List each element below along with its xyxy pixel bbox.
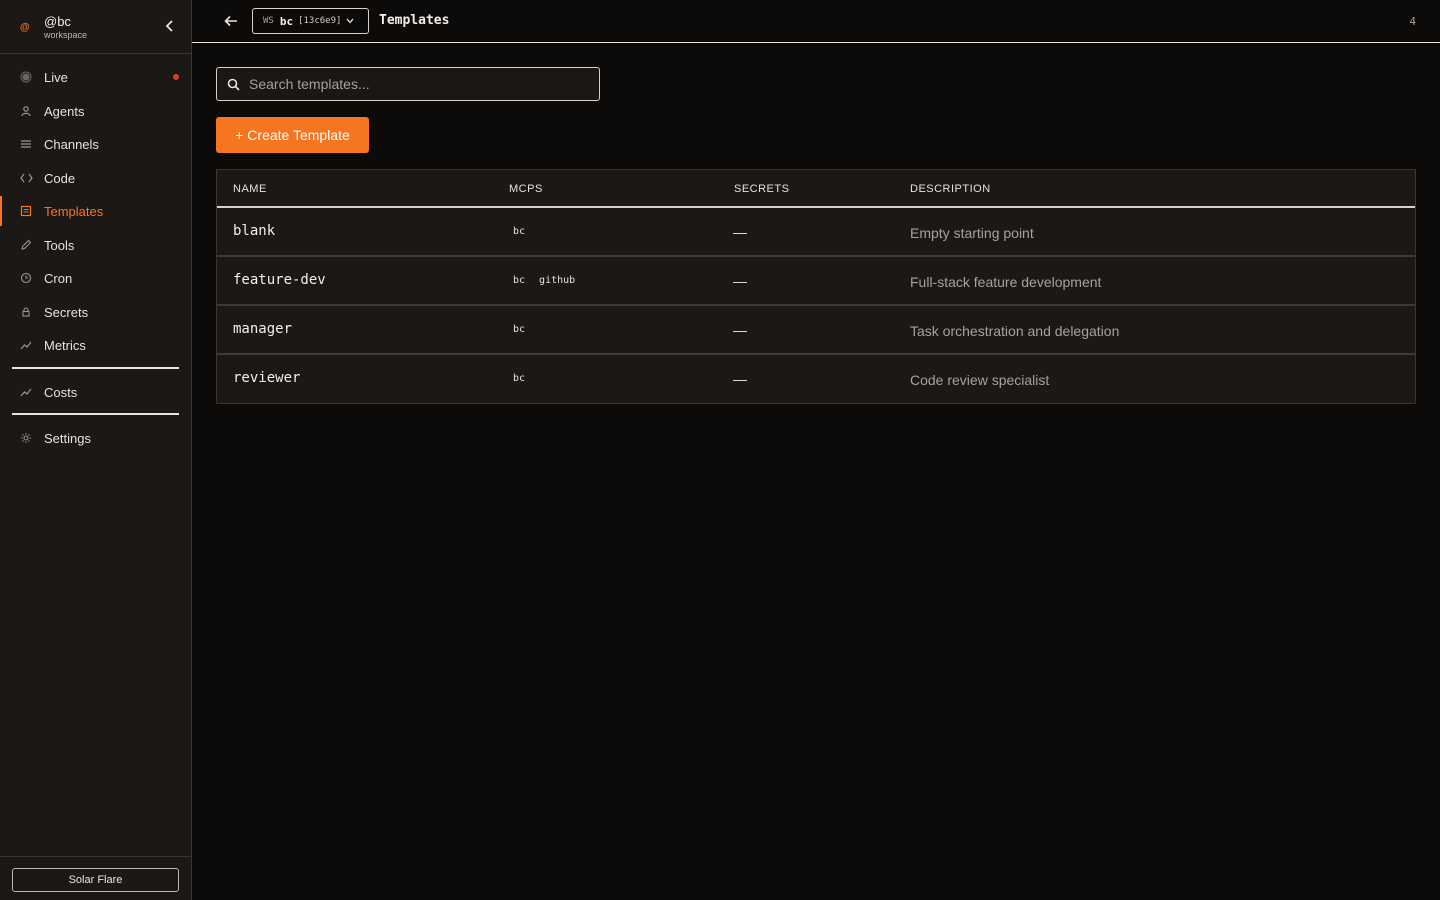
template-mcps: bc github: [509, 274, 579, 288]
sidebar-item-settings[interactable]: Settings: [0, 423, 191, 453]
template-description: Full-stack feature development: [910, 274, 1102, 290]
sidebar-item-label: Settings: [44, 430, 91, 446]
search-input[interactable]: [249, 74, 589, 94]
clock-icon: [19, 271, 33, 285]
menu-icon: [19, 137, 33, 151]
column-header-name: NAME: [233, 183, 267, 195]
template-name: manager: [233, 321, 293, 337]
template-description: Task orchestration and delegation: [910, 323, 1120, 339]
pencil-icon: [19, 238, 33, 252]
mcp-badge: bc: [513, 275, 526, 286]
sidebar-item-label: Secrets: [44, 304, 89, 320]
theme-switcher-button[interactable]: Solar Flare: [12, 868, 179, 892]
top-bar: WS bc [13c6e9] Templates 4: [192, 0, 1440, 43]
table-row[interactable]: reviewer bc — Code review specialist: [217, 355, 1415, 404]
create-template-button[interactable]: + Create Template: [216, 117, 369, 153]
template-mcps: bc: [509, 225, 529, 239]
sidebar-divider: [12, 367, 179, 369]
workspace-name: @bc: [44, 14, 71, 29]
arrow-left-icon: [224, 15, 237, 27]
search-icon: [227, 78, 240, 91]
template-secrets: —: [733, 273, 747, 289]
template-secrets: —: [733, 322, 747, 338]
table-row[interactable]: blank bc — Empty starting point: [217, 208, 1415, 257]
workspace-selector[interactable]: WS bc [13c6e9]: [252, 8, 369, 34]
templates-table: NAME MCPS SECRETS DESCRIPTION blank bc —…: [216, 169, 1416, 404]
template-count: 4: [1409, 15, 1416, 28]
template-description: Empty starting point: [910, 225, 1034, 241]
sidebar-item-label: Live: [44, 69, 68, 85]
sidebar-item-label: Tools: [44, 237, 75, 253]
sidebar-item-templates[interactable]: Templates: [0, 196, 191, 226]
template-name: blank: [233, 223, 276, 239]
live-status-dot: [173, 74, 179, 80]
lock-icon: [19, 305, 33, 319]
sidebar-item-cron[interactable]: Cron: [0, 263, 191, 293]
collapse-sidebar-button[interactable]: [162, 18, 178, 36]
column-header-secrets: SECRETS: [734, 183, 790, 195]
sidebar-item-label: Agents: [44, 103, 85, 119]
mcp-badge: bc: [513, 324, 526, 335]
sidebar-item-label: Code: [44, 170, 76, 186]
column-header-mcps: MCPS: [509, 183, 543, 195]
template-secrets: —: [733, 371, 747, 387]
sidebar-item-label: Cron: [44, 270, 73, 286]
table-header: NAME MCPS SECRETS DESCRIPTION: [217, 170, 1415, 208]
mcp-badge: bc: [513, 226, 526, 237]
workspace-subtitle: workspace: [44, 30, 88, 40]
workspace-logo: @: [20, 22, 30, 33]
template-mcps: bc: [509, 372, 529, 386]
sidebar-item-tools[interactable]: Tools: [0, 230, 191, 260]
workspace-selector-name: bc: [279, 14, 294, 28]
sidebar: @ @bc workspace Live Agents Channels Cod…: [0, 0, 192, 900]
template-name: reviewer: [233, 370, 301, 386]
sidebar-item-code[interactable]: Code: [0, 163, 191, 193]
template-mcps: bc: [509, 323, 529, 337]
sidebar-item-label: Costs: [44, 384, 78, 400]
sidebar-item-agents[interactable]: Agents: [0, 96, 191, 126]
live-icon: [19, 70, 33, 84]
page-title: Templates: [379, 13, 450, 28]
workspace-selector-tag: WS: [263, 16, 274, 26]
template-name: feature-dev: [233, 272, 326, 288]
mcp-badge: bc: [513, 373, 526, 384]
chevron-down-icon: [346, 18, 354, 24]
sidebar-item-label: Channels: [44, 136, 99, 152]
sidebar-item-label: Templates: [44, 203, 104, 219]
sidebar-item-channels[interactable]: Channels: [0, 129, 191, 159]
workspace-selector-id: [13c6e9]: [298, 16, 342, 26]
search-box: [216, 67, 600, 101]
column-header-description: DESCRIPTION: [910, 183, 991, 195]
chevron-left-icon: [165, 20, 173, 32]
trend-icon: [19, 338, 33, 352]
sidebar-item-live[interactable]: Live: [0, 62, 191, 92]
table-row[interactable]: manager bc — Task orchestration and dele…: [217, 306, 1415, 355]
template-icon: [19, 204, 33, 218]
sidebar-item-secrets[interactable]: Secrets: [0, 297, 191, 327]
sidebar-item-label: Metrics: [44, 337, 86, 353]
theme-footer: Solar Flare: [0, 856, 191, 900]
sidebar-item-costs[interactable]: Costs: [0, 377, 191, 407]
back-button[interactable]: [222, 12, 240, 30]
template-secrets: —: [733, 224, 747, 240]
workspace-header: @ @bc workspace: [0, 0, 191, 54]
user-icon: [19, 104, 33, 118]
table-row[interactable]: feature-dev bc github — Full-stack featu…: [217, 257, 1415, 306]
code-icon: [19, 171, 33, 185]
sidebar-divider: [12, 413, 179, 415]
sidebar-item-metrics[interactable]: Metrics: [0, 330, 191, 360]
mcp-badge: github: [539, 275, 576, 286]
gear-icon: [19, 431, 33, 445]
template-description: Code review specialist: [910, 372, 1050, 388]
trend-icon: [19, 385, 33, 399]
